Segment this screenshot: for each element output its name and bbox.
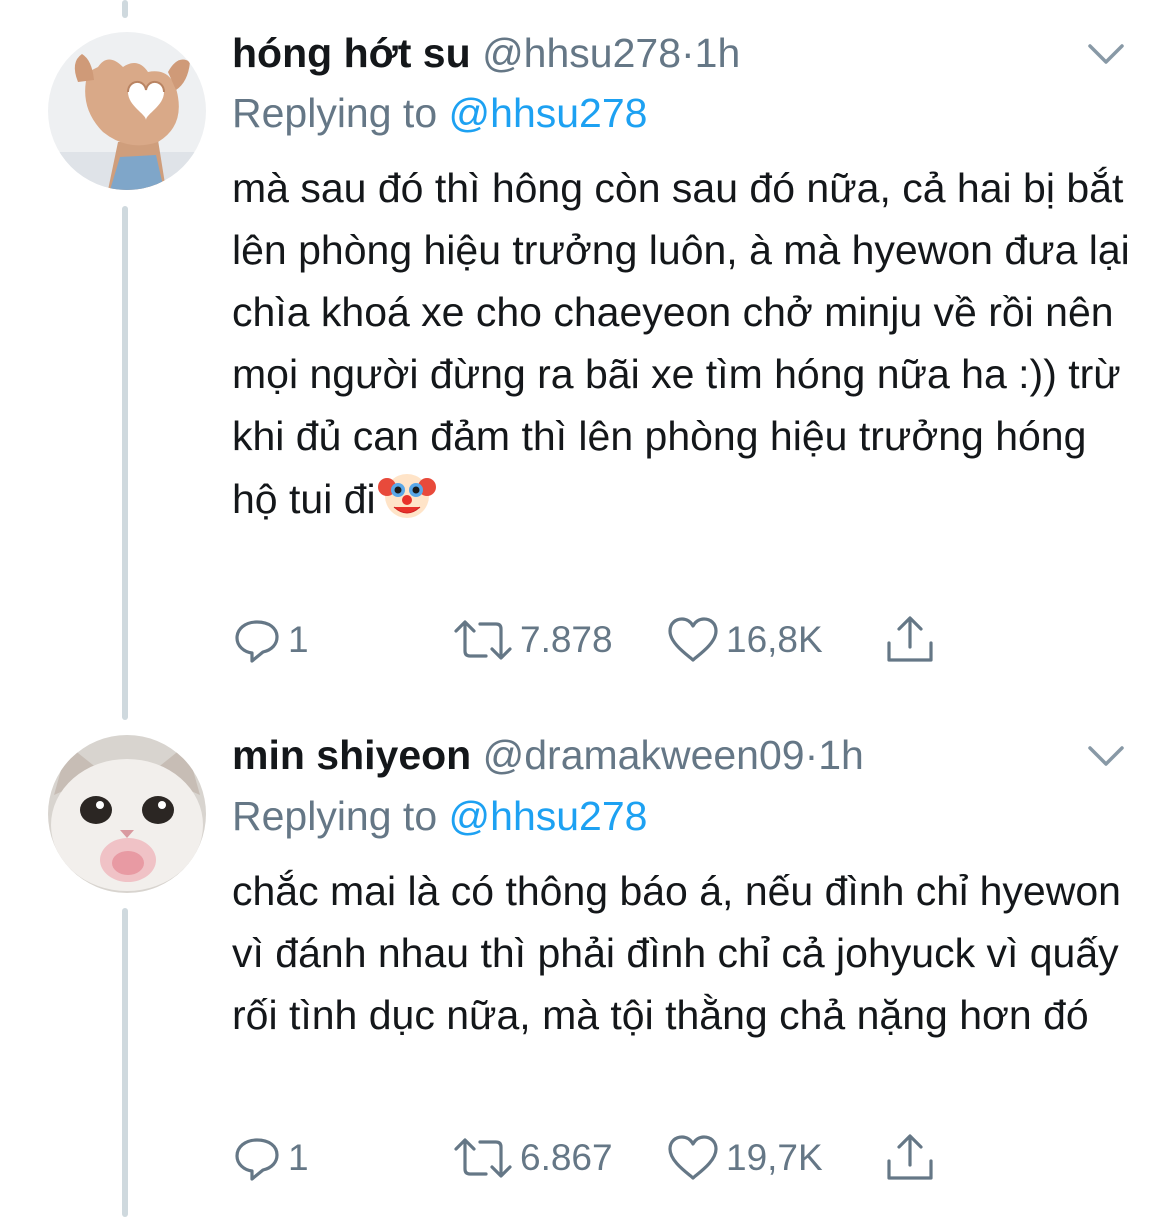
hand-heart-avatar-image (48, 32, 206, 190)
tweet-header: hóng hớt su @hhsu278·1h (232, 28, 740, 78)
avatar[interactable] (48, 32, 206, 190)
retweet-count: 6.867 (520, 1137, 613, 1178)
retweet-icon (454, 1138, 512, 1178)
reply-icon (235, 620, 279, 663)
crying-cat-avatar-image (48, 735, 206, 893)
avatar[interactable] (48, 735, 206, 893)
display-name[interactable]: min shiyeon (232, 732, 471, 778)
tweet-2[interactable]: min shiyeon @dramakween09·1h Replying to… (0, 700, 1170, 1217)
share-icon (887, 1134, 933, 1180)
display-name[interactable]: hóng hớt su (232, 30, 471, 76)
like-icon (668, 617, 718, 662)
tweet-header: min shiyeon @dramakween09·1h (232, 730, 864, 780)
like-icon (668, 1135, 718, 1180)
chevron-down-icon[interactable] (1086, 743, 1126, 769)
share-button[interactable] (884, 615, 936, 665)
user-handle[interactable]: @dramakween09 (483, 732, 805, 778)
clown-face-emoji (377, 474, 436, 518)
tweet-1[interactable]: hóng hớt su @hhsu278·1h Replying to @hhs… (0, 0, 1170, 700)
retweet-count: 7.878 (520, 619, 613, 660)
timestamp[interactable]: 1h (695, 30, 741, 76)
user-handle[interactable]: @hhsu278 (482, 30, 681, 76)
reply-count: 1 (288, 1137, 309, 1178)
replying-to-mention[interactable]: @hhsu278 (449, 793, 648, 839)
tweet-text-content: chắc mai là có thông báo á, nếu đình chỉ… (232, 868, 1121, 1038)
replying-to-label: Replying to (232, 793, 438, 839)
separator-dot: · (804, 732, 819, 778)
reply-button[interactable]: 1 (232, 1133, 309, 1183)
like-button[interactable]: 19,7K (666, 1133, 823, 1183)
share-button[interactable] (884, 1133, 936, 1183)
reply-count: 1 (288, 619, 309, 660)
replying-to: Replying to @hhsu278 (232, 791, 647, 841)
like-button[interactable]: 16,8K (666, 615, 823, 665)
reply-button[interactable]: 1 (232, 615, 309, 665)
tweet-text: chắc mai là có thông báo á, nếu đình chỉ… (232, 860, 1132, 1046)
like-count: 19,7K (726, 1137, 823, 1178)
replying-to-label: Replying to (232, 90, 438, 136)
chevron-down-icon[interactable] (1086, 41, 1126, 67)
retweet-icon (454, 620, 512, 660)
replying-to: Replying to @hhsu278 (232, 88, 647, 138)
reply-icon (235, 1138, 279, 1181)
separator-dot: · (681, 30, 695, 76)
replying-to-mention[interactable]: @hhsu278 (449, 90, 648, 136)
retweet-button[interactable]: 6.867 (452, 1133, 613, 1183)
tweet-text-content: mà sau đó thì hông còn sau đó nữa, cả ha… (232, 165, 1130, 522)
share-icon (887, 616, 933, 662)
tweet-actions: 1 7.878 16,8K (232, 615, 952, 665)
retweet-button[interactable]: 7.878 (452, 615, 613, 665)
timestamp[interactable]: 1h (818, 732, 864, 778)
tweet-text: mà sau đó thì hông còn sau đó nữa, cả ha… (232, 157, 1132, 530)
tweet-actions: 1 6.867 19,7K (232, 1133, 952, 1183)
like-count: 16,8K (726, 619, 823, 660)
